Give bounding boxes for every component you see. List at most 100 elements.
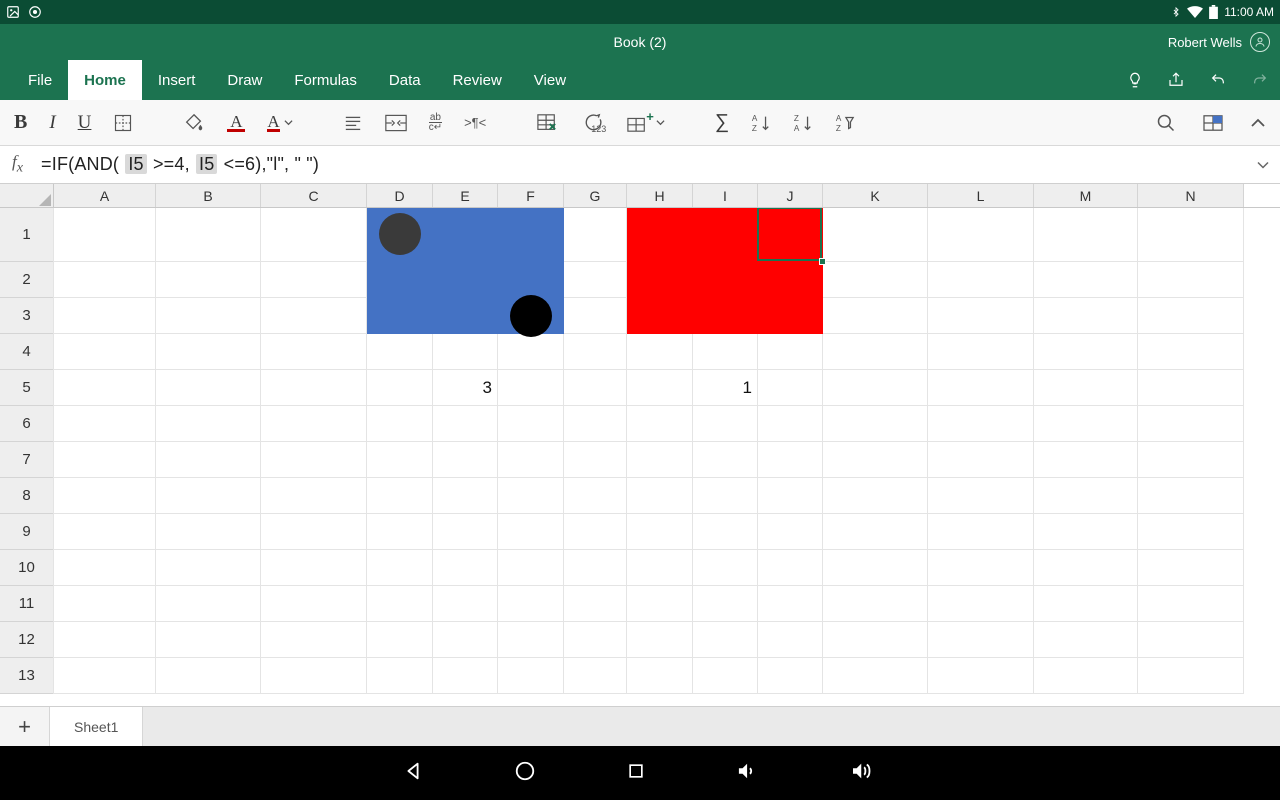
row-header[interactable]: 6 — [0, 406, 54, 442]
row-header[interactable]: 5 — [0, 370, 54, 406]
avatar-icon — [1250, 32, 1270, 52]
sheet-tab[interactable]: Sheet1 — [50, 707, 143, 746]
fill-red — [627, 208, 823, 334]
select-all-corner[interactable] — [0, 184, 54, 207]
number-format-button[interactable]: 123 — [580, 113, 604, 133]
android-navbar — [0, 746, 1280, 800]
column-header[interactable]: N — [1138, 184, 1244, 207]
row-header[interactable]: 3 — [0, 298, 54, 334]
cell-styles-button[interactable] — [1202, 114, 1224, 132]
cell-value[interactable]: 3 — [433, 370, 498, 406]
formula-input[interactable]: =IF(AND( I5 >=4, I5 <=6),"l", " ") — [41, 154, 1238, 175]
column-header[interactable]: B — [156, 184, 261, 207]
text-direction-button[interactable]: >¶< — [464, 115, 486, 130]
borders-button[interactable] — [113, 113, 133, 133]
insert-cells-button[interactable]: + — [626, 113, 665, 133]
sort-desc-button[interactable]: ZA — [793, 113, 813, 133]
column-header[interactable]: G — [564, 184, 627, 207]
font-color-button[interactable]: A — [227, 114, 245, 132]
row-header[interactable]: 1 — [0, 208, 54, 262]
lightbulb-icon[interactable] — [1126, 70, 1144, 90]
sheetbar-spacer — [143, 707, 1280, 746]
column-header[interactable]: K — [823, 184, 928, 207]
row-header[interactable]: 7 — [0, 442, 54, 478]
merge-button[interactable] — [385, 114, 407, 132]
menu-file[interactable]: File — [12, 60, 68, 100]
menu-tab-draw[interactable]: Draw — [211, 60, 278, 100]
expand-formula-icon[interactable] — [1256, 154, 1270, 175]
battery-icon — [1209, 5, 1218, 19]
row-header[interactable]: 10 — [0, 550, 54, 586]
bold-button[interactable]: B — [14, 111, 27, 134]
titlebar: Book (2) Robert Wells — [0, 24, 1280, 60]
svg-text:A: A — [752, 114, 758, 123]
redo-icon[interactable] — [1250, 72, 1270, 88]
row-header[interactable]: 2 — [0, 262, 54, 298]
share-icon[interactable] — [1166, 71, 1186, 89]
svg-text:A: A — [794, 124, 800, 133]
chrome-icon — [28, 5, 42, 19]
cell-value[interactable]: 1 — [693, 370, 758, 406]
conditional-format-button[interactable] — [536, 113, 558, 133]
nav-recents-button[interactable] — [626, 761, 646, 786]
fx-icon[interactable]: fx — [12, 152, 23, 176]
bluetooth-icon — [1171, 5, 1181, 19]
menubar: File Home Insert Draw Formulas Data Revi… — [0, 60, 1280, 100]
row-header[interactable]: 9 — [0, 514, 54, 550]
cells-layer[interactable]: 31 — [54, 208, 1280, 706]
row-header[interactable]: 13 — [0, 658, 54, 694]
formula-text: =IF(AND( — [41, 154, 119, 174]
column-header[interactable]: M — [1034, 184, 1138, 207]
sort-asc-button[interactable]: AZ — [751, 113, 771, 133]
column-headers: ABCDEFGHIJKLMN — [0, 184, 1280, 208]
underline-button[interactable]: U — [78, 112, 92, 134]
menu-tab-insert[interactable]: Insert — [142, 60, 212, 100]
wrap-text-button[interactable]: abc↵ — [429, 113, 442, 132]
status-time: 11:00 AM — [1224, 5, 1274, 19]
find-button[interactable] — [1156, 113, 1176, 133]
column-header[interactable]: A — [54, 184, 156, 207]
svg-text:Z: Z — [794, 114, 799, 123]
spreadsheet-grid[interactable]: ABCDEFGHIJKLMN 12345678910111213 31 — [0, 184, 1280, 706]
menu-tab-data[interactable]: Data — [373, 60, 437, 100]
align-button[interactable] — [343, 115, 363, 131]
row-header[interactable]: 4 — [0, 334, 54, 370]
user-name: Robert Wells — [1168, 35, 1242, 50]
svg-text:A: A — [836, 114, 842, 123]
dice-pip — [510, 295, 552, 337]
autosum-button[interactable]: ∑ — [715, 111, 729, 134]
column-header[interactable]: D — [367, 184, 433, 207]
menu-tab-home[interactable]: Home — [68, 60, 142, 100]
user-chip[interactable]: Robert Wells — [1168, 32, 1270, 52]
nav-home-button[interactable] — [514, 760, 536, 787]
formula-bar[interactable]: fx =IF(AND( I5 >=4, I5 <=6),"l", " ") — [0, 146, 1280, 184]
add-sheet-button[interactable]: + — [0, 707, 50, 746]
row-header[interactable]: 12 — [0, 622, 54, 658]
font-color-dropdown[interactable]: A — [267, 114, 292, 132]
collapse-ribbon-button[interactable] — [1250, 117, 1266, 129]
nav-back-button[interactable] — [402, 760, 424, 787]
sort-filter-button[interactable]: AZ — [835, 113, 855, 133]
menu-tab-formulas[interactable]: Formulas — [278, 60, 373, 100]
column-header[interactable]: H — [627, 184, 693, 207]
column-header[interactable]: F — [498, 184, 564, 207]
fill-handle[interactable] — [819, 258, 826, 265]
column-header[interactable]: C — [261, 184, 367, 207]
menu-tab-view[interactable]: View — [518, 60, 582, 100]
fill-color-button[interactable] — [183, 112, 205, 134]
undo-icon[interactable] — [1208, 72, 1228, 88]
italic-button[interactable]: I — [49, 112, 55, 134]
menu-tab-review[interactable]: Review — [437, 60, 518, 100]
column-header[interactable]: J — [758, 184, 823, 207]
row-header[interactable]: 8 — [0, 478, 54, 514]
row-header[interactable]: 11 — [0, 586, 54, 622]
nav-volume-down-button[interactable] — [736, 761, 760, 786]
column-header[interactable]: L — [928, 184, 1034, 207]
formula-text: <=6),"l", " ") — [218, 154, 319, 174]
nav-volume-up-button[interactable] — [850, 760, 878, 787]
formula-text: >=4, — [148, 154, 195, 174]
column-header[interactable]: E — [433, 184, 498, 207]
wifi-icon — [1187, 6, 1203, 18]
column-header[interactable]: I — [693, 184, 758, 207]
formula-ref: I5 — [196, 154, 217, 174]
